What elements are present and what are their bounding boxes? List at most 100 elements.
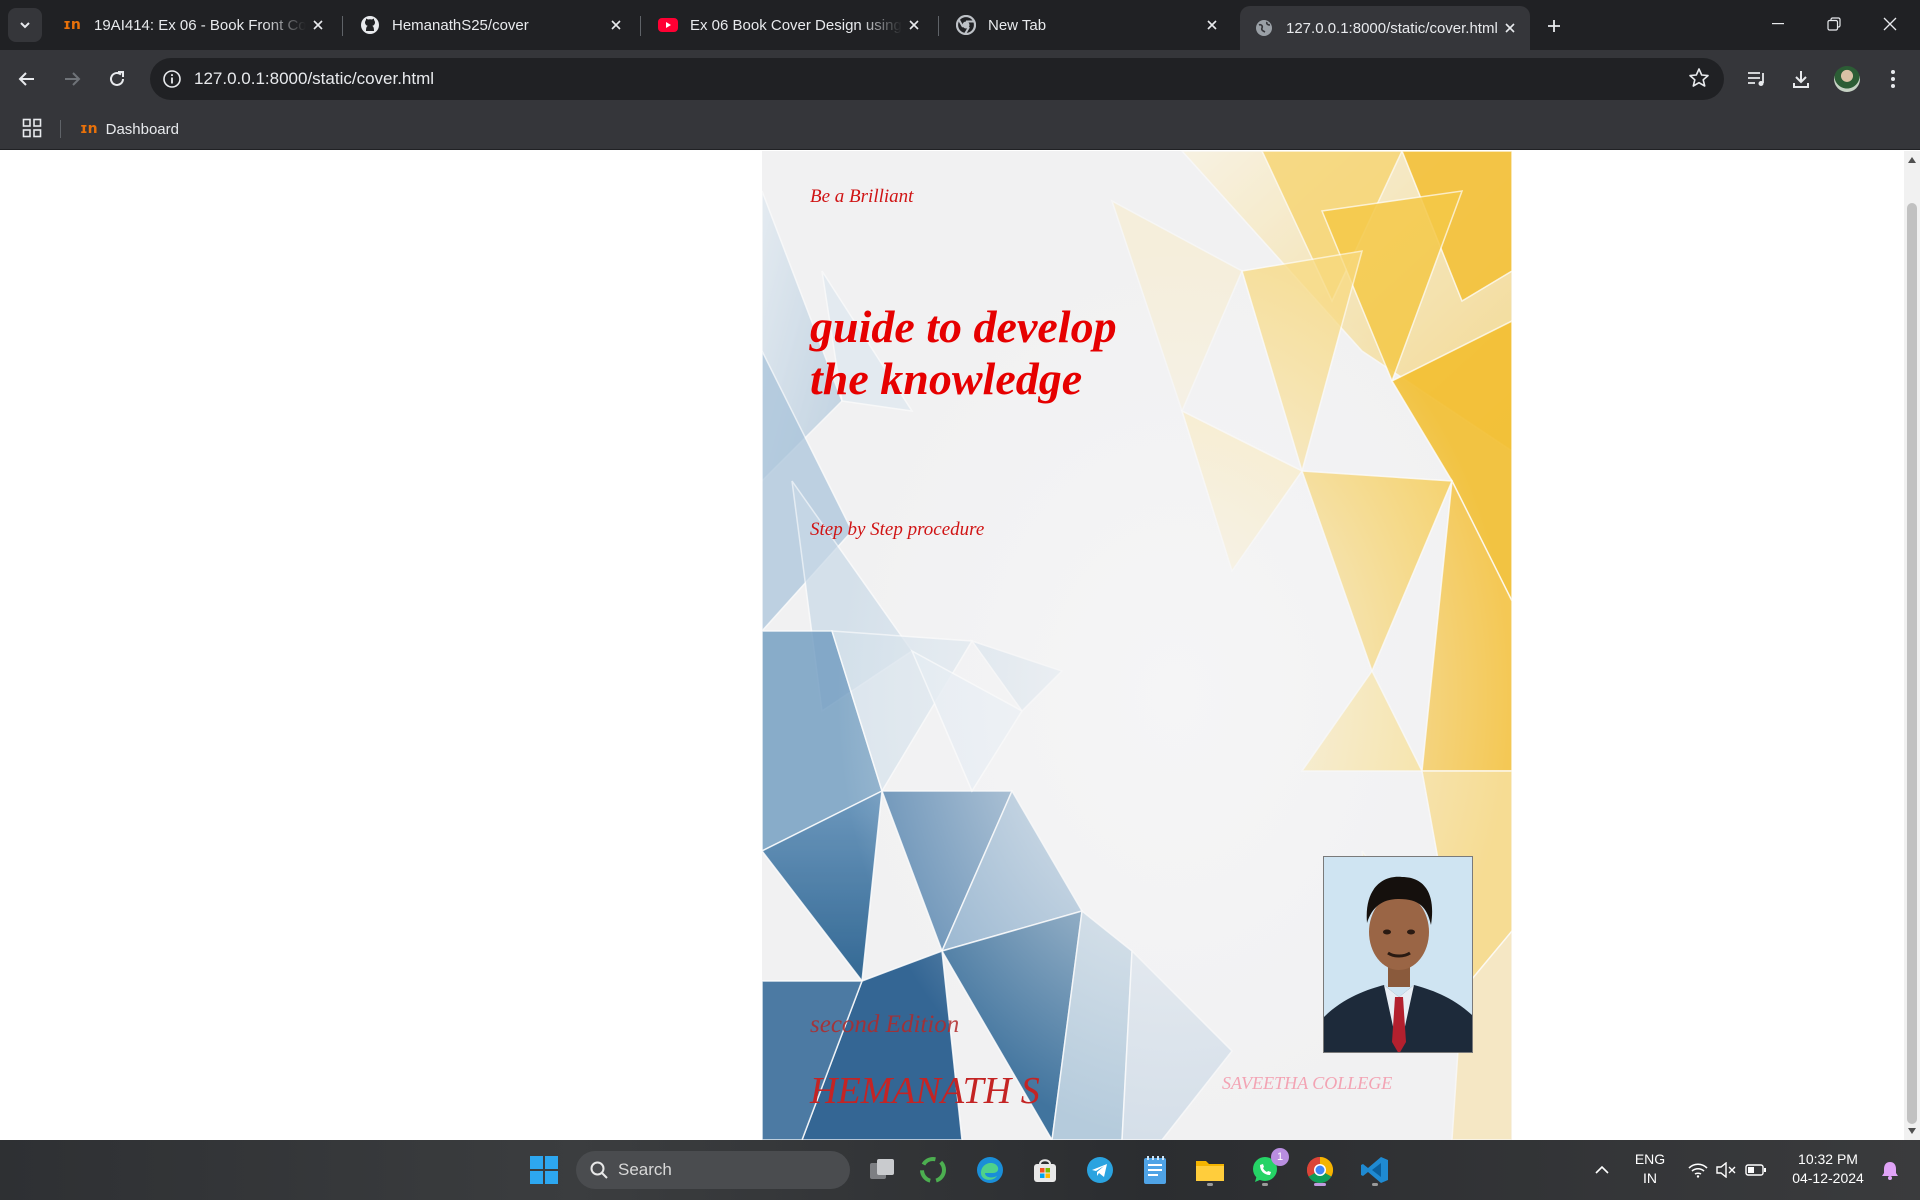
playlist-icon: [1748, 72, 1764, 86]
forward-button[interactable]: [55, 62, 89, 96]
cover-tagline: Be a Brilliant: [810, 186, 914, 207]
moodle-icon: ɪn: [80, 121, 98, 137]
url-text[interactable]: 127.0.0.1:8000/static/cover.html: [194, 69, 434, 89]
notifications-button[interactable]: [1870, 1150, 1910, 1190]
windows-logo-icon: [530, 1156, 558, 1184]
taskbar-app-vscode[interactable]: [1355, 1150, 1395, 1190]
media-control-button[interactable]: [1740, 62, 1774, 96]
taskbar-search-box[interactable]: Search: [576, 1151, 850, 1189]
volume-muted-icon: [1716, 1162, 1736, 1178]
reload-button[interactable]: [100, 62, 134, 96]
folder-icon: [1196, 1161, 1224, 1181]
cover-title-line1: guide to develop: [810, 301, 1117, 352]
restore-icon: [1827, 17, 1841, 31]
task-view-icon: [870, 1159, 894, 1179]
taskbar-app-telegram[interactable]: [1080, 1150, 1120, 1190]
cover-author: HEMANATH S: [810, 1070, 1040, 1112]
taskbar-app-file-explorer[interactable]: [1190, 1150, 1230, 1190]
address-bar[interactable]: 127.0.0.1:8000/static/cover.html: [150, 58, 1724, 100]
bookmark-separator: [60, 120, 61, 138]
bookmark-label: Dashboard: [105, 120, 179, 138]
taskbar-app-edge[interactable]: [970, 1150, 1010, 1190]
more-vertical-icon: [1891, 70, 1895, 88]
arrow-left-icon: [18, 72, 34, 86]
close-icon[interactable]: [604, 13, 628, 37]
bell-icon: [1882, 1162, 1898, 1180]
battery-icon: [1745, 1164, 1766, 1176]
taskbar-app-store[interactable]: [1025, 1150, 1065, 1190]
back-button[interactable]: [10, 62, 44, 96]
bookmark-dashboard[interactable]: ɪn Dashboard: [80, 116, 179, 142]
tab-strip: ɪn 19AI414: Ex 06 - Book Front Co Hemana…: [0, 0, 1920, 50]
new-tab-button[interactable]: [1538, 10, 1570, 42]
tab-title: Ex 06 Book Cover Design using: [690, 16, 902, 34]
language-line2: IN: [1643, 1170, 1657, 1186]
bookmarks-bar: ɪn Dashboard: [0, 108, 1920, 150]
clock[interactable]: 10:32 PM 04-12-2024: [1778, 1150, 1878, 1188]
tab-separator: [938, 16, 939, 36]
chrome-icon: [956, 15, 976, 35]
tray-overflow-button[interactable]: [1582, 1150, 1622, 1190]
close-window-button[interactable]: [1862, 0, 1918, 48]
tab-title: 19AI414: Ex 06 - Book Front Co: [94, 16, 306, 34]
arrow-right-icon: [65, 72, 81, 86]
clock-date: 04-12-2024: [1792, 1170, 1864, 1186]
scroll-up-arrow-icon[interactable]: [1908, 157, 1916, 163]
scrollbar-thumb[interactable]: [1907, 203, 1917, 1124]
recycle-icon: [920, 1157, 946, 1183]
notification-badge: 1: [1271, 1148, 1289, 1166]
page-scrollbar[interactable]: [1904, 151, 1920, 1140]
plus-icon: [1548, 20, 1560, 32]
language-indicator[interactable]: ENG IN: [1628, 1150, 1672, 1188]
running-indicator: [1314, 1183, 1326, 1186]
downloads-button[interactable]: [1784, 62, 1818, 96]
tab-new-tab[interactable]: New Tab: [942, 7, 1232, 43]
scroll-down-arrow-icon[interactable]: [1908, 1128, 1916, 1134]
tab-moodle[interactable]: ɪn 19AI414: Ex 06 - Book Front Co: [48, 7, 338, 43]
edge-icon: [977, 1157, 1003, 1183]
taskbar-app-whatsapp[interactable]: 1: [1245, 1148, 1289, 1190]
browser-toolbar: 127.0.0.1:8000/static/cover.html: [0, 50, 1920, 108]
store-icon: [1034, 1159, 1056, 1182]
search-icon: [590, 1161, 608, 1179]
reload-icon: [110, 71, 124, 86]
tab-github[interactable]: HemanathS25/cover: [346, 7, 636, 43]
apps-grid-icon[interactable]: [22, 118, 42, 143]
close-icon[interactable]: [1498, 16, 1522, 40]
site-info-icon[interactable]: [150, 69, 194, 89]
windows-taskbar: Search 1 ENG IN 10:32 PM 04-12-2024: [0, 1140, 1920, 1200]
cover-title: guide to develop the knowledge: [810, 301, 1117, 405]
language-line1: ENG: [1634, 1151, 1666, 1167]
chevron-down-icon: [20, 22, 30, 29]
taskbar-app-chrome[interactable]: [1300, 1150, 1340, 1190]
close-icon[interactable]: [306, 13, 330, 37]
notepad-icon: [1144, 1156, 1166, 1184]
bookmark-star-icon[interactable]: [1688, 67, 1710, 94]
youtube-icon: [658, 15, 678, 35]
battery-button[interactable]: [1734, 1150, 1778, 1190]
close-icon[interactable]: [1200, 13, 1224, 37]
taskbar-app-notepad[interactable]: [1135, 1150, 1175, 1190]
tab-search-button[interactable]: [8, 8, 42, 42]
cover-subtitle: Step by Step procedure: [810, 519, 985, 540]
taskbar-app-widgets[interactable]: [913, 1150, 953, 1190]
running-indicator: [1262, 1183, 1268, 1186]
tab-separator: [640, 16, 641, 36]
chrome-menu-button[interactable]: [1876, 62, 1910, 96]
task-view-button[interactable]: [862, 1150, 902, 1190]
tab-cover-active[interactable]: 127.0.0.1:8000/static/cover.html: [1240, 6, 1530, 50]
download-icon: [1793, 71, 1809, 88]
start-button[interactable]: [524, 1150, 564, 1190]
globe-icon: [1254, 18, 1274, 38]
vscode-icon: [1361, 1157, 1388, 1183]
minimize-button[interactable]: [1750, 0, 1806, 48]
tab-youtube[interactable]: Ex 06 Book Cover Design using: [644, 7, 934, 43]
tab-separator: [342, 16, 343, 36]
github-icon: [360, 15, 380, 35]
tab-title: 127.0.0.1:8000/static/cover.html: [1286, 19, 1498, 37]
minimize-icon: [1772, 23, 1784, 25]
close-icon[interactable]: [902, 13, 926, 37]
profile-button[interactable]: [1830, 62, 1864, 96]
restore-button[interactable]: [1806, 0, 1862, 48]
avatar: [1834, 66, 1860, 92]
